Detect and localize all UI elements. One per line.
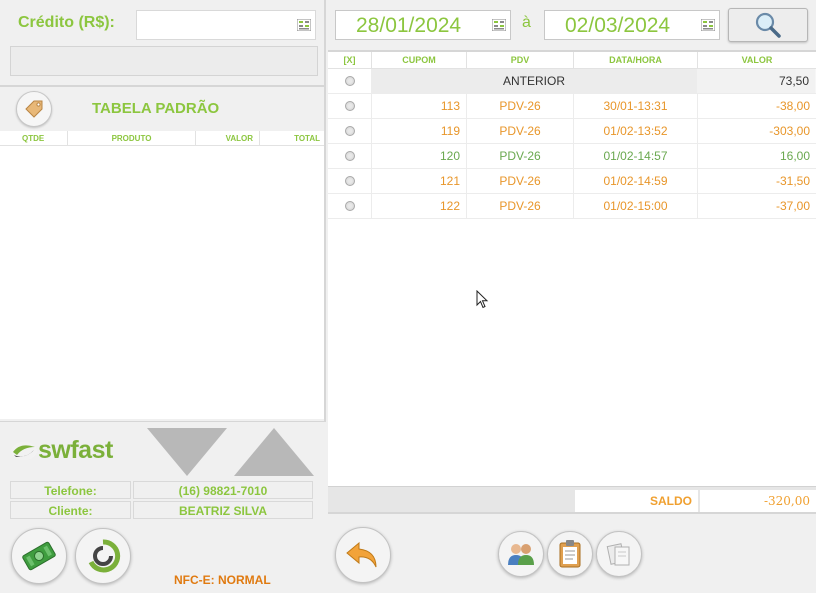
search-button[interactable] (728, 8, 808, 42)
datetime-cell: 01/02-15:00 (574, 194, 698, 218)
value-cell: -38,00 (775, 99, 810, 113)
column-header: PRODUTO (68, 131, 196, 146)
phone-label: Telefone: (10, 481, 131, 499)
table-row[interactable]: 122 PDV-26 01/02-15:00 -37,00 (328, 194, 816, 219)
pdv-cell: PDV-26 (467, 194, 574, 218)
column-header-valor[interactable]: VALOR (698, 52, 816, 68)
row-select-cell[interactable] (328, 119, 372, 143)
value-cell: 16,00 (779, 149, 810, 163)
balance-label: SALDO (575, 490, 698, 512)
datetime-cell: 01/02-14:57 (574, 144, 698, 168)
credit-label: Crédito (R$): (18, 14, 115, 31)
pdv-cell: PDV-26 (467, 144, 574, 168)
client-label: Cliente: (10, 501, 131, 519)
table-row[interactable]: 121 PDV-26 01/02-14:59 -31,50 (328, 169, 816, 194)
table-row[interactable]: 113 PDV-26 30/01-13:31 -38,00 (328, 94, 816, 119)
price-table-button[interactable] (16, 91, 52, 127)
credit-input[interactable] (136, 10, 316, 40)
cupom-cell: 121 (372, 169, 467, 193)
order-table-header: QTDE PRODUTO VALOR TOTAL (0, 131, 324, 146)
clients-button[interactable] (498, 531, 544, 577)
date-range-separator: à (522, 14, 531, 31)
column-header: QTDE (0, 131, 68, 146)
row-select-cell[interactable] (328, 144, 372, 168)
sync-button[interactable] (75, 528, 131, 584)
date-to-value: 02/03/2024 (565, 14, 671, 37)
report-button[interactable] (547, 531, 593, 577)
phone-value: (16) 98821-7010 (133, 481, 313, 499)
row-radio[interactable] (344, 176, 355, 186)
column-header-pdv[interactable]: PDV (467, 52, 574, 68)
documents-icon (606, 543, 630, 566)
value-cell: -37,00 (775, 199, 810, 213)
date-to-field[interactable]: 02/03/2024 (544, 10, 720, 40)
calendar-icon[interactable] (492, 19, 506, 31)
column-header: VALOR (196, 131, 260, 146)
anterior-label: ANTERIOR (372, 69, 697, 93)
payment-button[interactable] (11, 528, 67, 584)
row-select-cell[interactable] (328, 169, 372, 193)
credit-detail-field (10, 46, 318, 76)
cupom-cell: 120 (372, 144, 467, 168)
brand-logo: swfast (10, 436, 113, 465)
users-icon (508, 544, 534, 565)
mouse-cursor-icon (476, 290, 489, 309)
scroll-up-arrow[interactable] (234, 428, 314, 476)
grid-header: [X] CUPOM PDV DATA/HORA VALOR (328, 52, 816, 69)
balance-bar: SALDO -320,00 (328, 486, 816, 514)
pdv-cell: PDV-26 (467, 119, 574, 143)
cupom-cell: 113 (372, 94, 467, 118)
magnifier-icon (755, 12, 781, 38)
column-header-data[interactable]: DATA/HORA (574, 52, 698, 68)
datetime-cell: 30/01-13:31 (574, 94, 698, 118)
undo-arrow-icon (346, 541, 377, 568)
calculator-icon[interactable] (297, 19, 311, 31)
value-cell: -31,50 (775, 174, 810, 188)
column-header-select[interactable]: [X] (328, 52, 372, 68)
order-items-table: QTDE PRODUTO VALOR TOTAL (0, 131, 324, 419)
back-button[interactable] (335, 527, 391, 583)
right-panel: 28/01/2024 à 02/03/2024 [X] CUPOM PDV DA… (328, 0, 816, 593)
datetime-cell: 01/02-14:59 (574, 169, 698, 193)
row-radio[interactable] (344, 126, 355, 136)
swfast-logo-icon (11, 441, 37, 460)
row-radio[interactable] (344, 76, 355, 86)
cupom-cell: 122 (372, 194, 467, 218)
anterior-value: 73,50 (697, 69, 815, 93)
column-header-cupom[interactable]: CUPOM (372, 52, 467, 68)
value-cell: -303,00 (769, 124, 810, 138)
date-from-field[interactable]: 28/01/2024 (335, 10, 511, 40)
row-select-cell[interactable] (328, 69, 372, 93)
brand-logo-text: swfast (38, 436, 113, 464)
pdv-cell: PDV-26 (467, 94, 574, 118)
swirl-icon (88, 539, 121, 573)
row-select-cell[interactable] (328, 194, 372, 218)
statement-grid: [X] CUPOM PDV DATA/HORA VALOR ANTERIOR 7… (328, 52, 816, 486)
row-radio[interactable] (344, 201, 355, 211)
scroll-down-arrow[interactable] (147, 428, 227, 476)
anterior-row[interactable]: ANTERIOR 73,50 (328, 69, 816, 94)
cupom-cell: 119 (372, 119, 467, 143)
date-from-value: 28/01/2024 (356, 14, 462, 37)
tag-icon (25, 100, 43, 118)
divider (0, 85, 326, 87)
nfce-status: NFC-E: NORMAL (174, 573, 271, 587)
row-radio[interactable] (344, 101, 355, 111)
row-select-cell[interactable] (328, 94, 372, 118)
money-icon (22, 541, 56, 571)
row-radio[interactable] (344, 151, 355, 161)
documents-button[interactable] (596, 531, 642, 577)
client-value: BEATRIZ SILVA (133, 501, 313, 519)
pdv-cell: PDV-26 (467, 169, 574, 193)
calendar-icon[interactable] (701, 19, 715, 31)
price-table-title: TABELA PADRÃO (92, 100, 220, 117)
column-header: TOTAL (294, 134, 320, 143)
clipboard-icon (559, 540, 581, 568)
table-row[interactable]: 120 PDV-26 01/02-14:57 16,00 (328, 144, 816, 169)
left-panel: Crédito (R$): TABELA PADRÃO QTDE PRODUTO… (0, 0, 326, 593)
table-row[interactable]: 119 PDV-26 01/02-13:52 -303,00 (328, 119, 816, 144)
balance-value: -320,00 (700, 490, 816, 512)
datetime-cell: 01/02-13:52 (574, 119, 698, 143)
